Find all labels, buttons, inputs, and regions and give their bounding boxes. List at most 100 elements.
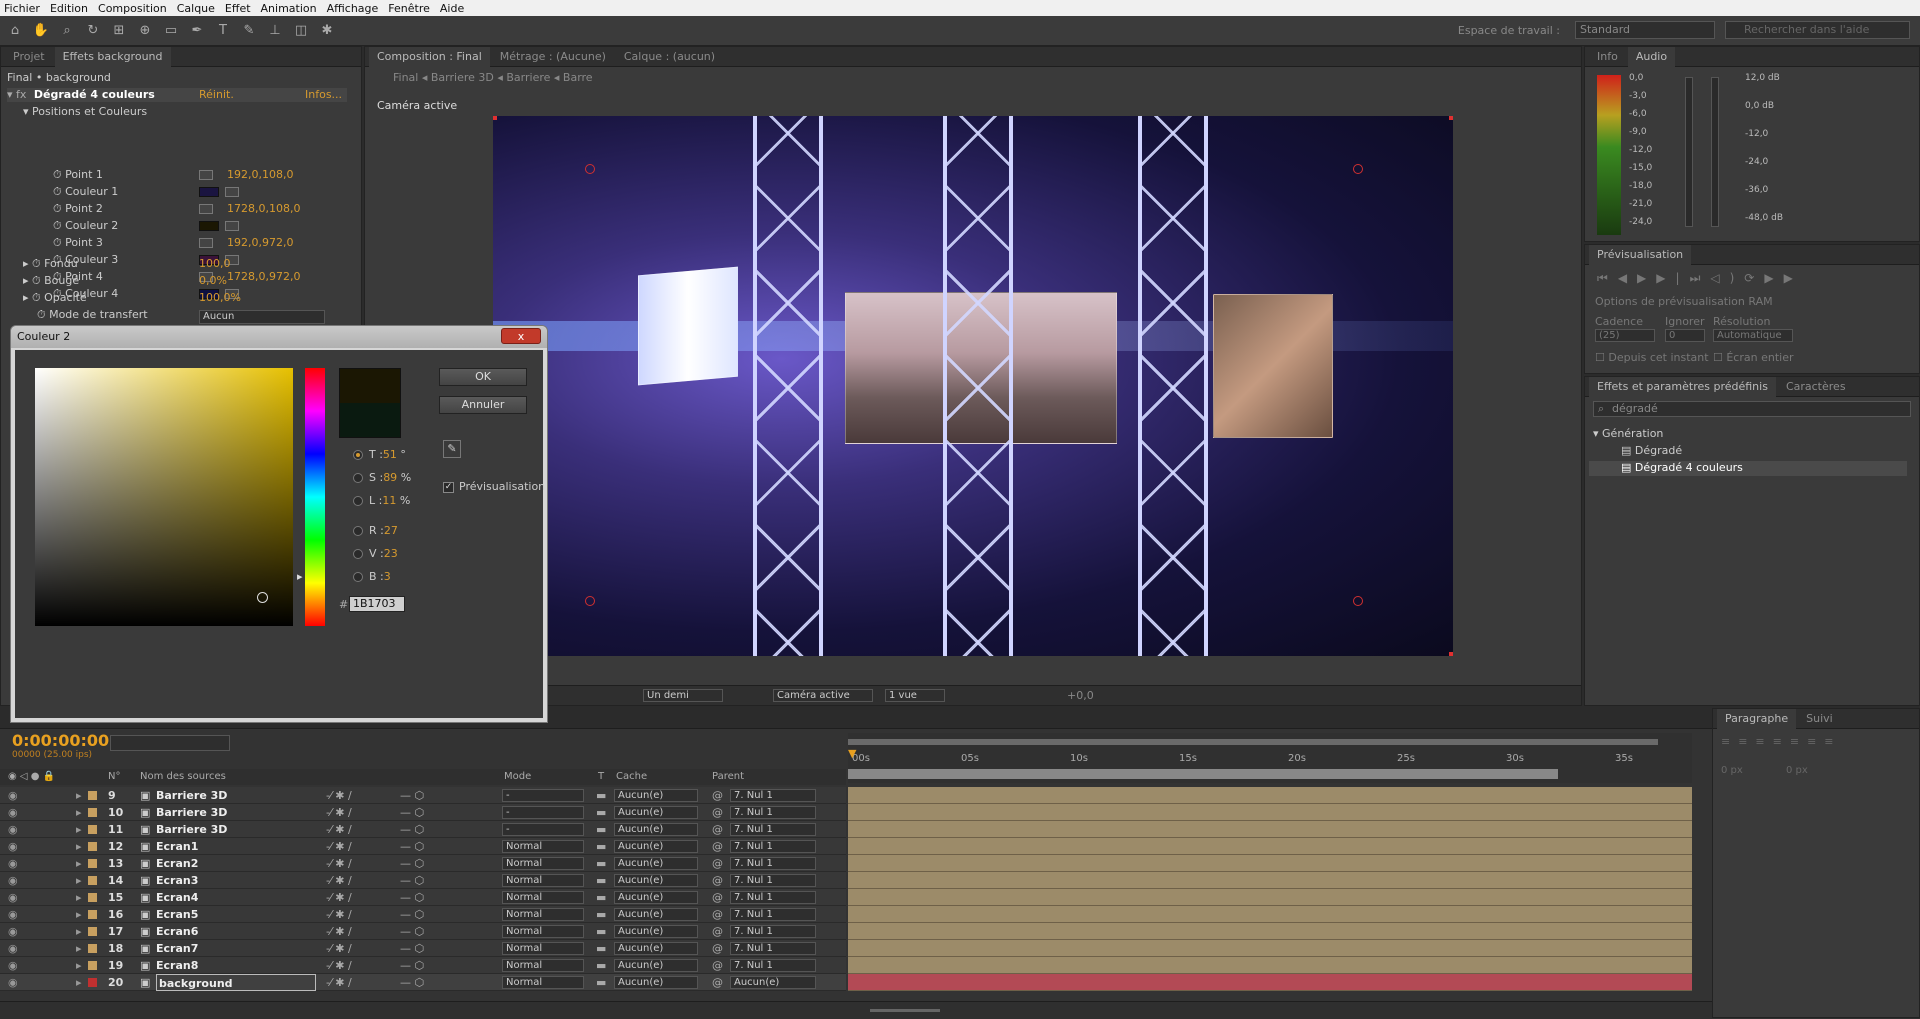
views-select[interactable]: 1 vue (885, 689, 945, 702)
switches-icons[interactable]: -⁄ ✱ ∕ (326, 906, 352, 923)
layer-row[interactable]: ◉ ▸ 9 ▣ Barriere 3D -⁄ ✱ ∕ — ⬡ - ▬ Aucun(e) @7. Nu… (0, 787, 846, 804)
layer-name[interactable]: Ecran1 (156, 838, 198, 855)
layer-row[interactable]: ◉ ▸ 10 ▣ Barriere 3D -⁄ ✱ ∕ — ⬡ - ▬ Aucun(e) @7. N… (0, 804, 846, 821)
mode-select[interactable]: Normal (502, 925, 584, 938)
motion-blur-icon[interactable]: — ⬡ (400, 872, 424, 889)
parent-select[interactable]: 7. Nul 1 (730, 806, 816, 819)
work-area-bar[interactable] (848, 739, 1658, 745)
motion-blur-icon[interactable]: — ⬡ (400, 855, 424, 872)
mode-select[interactable]: - (502, 789, 584, 802)
mode-select[interactable]: Normal (502, 891, 584, 904)
switches-icons[interactable]: -⁄ ✱ ∕ (326, 787, 352, 804)
preset-item-selected[interactable]: ▤ Dégradé 4 couleurs (1589, 461, 1907, 476)
b-value[interactable]: 3 (384, 570, 391, 583)
help-search-input[interactable]: Rechercher dans l'aide (1725, 21, 1910, 39)
playhead-icon[interactable]: ▼ (848, 747, 856, 760)
hue-slider[interactable] (305, 368, 325, 626)
parent-select[interactable]: 7. Nul 1 (730, 789, 816, 802)
layer-name[interactable]: Ecran5 (156, 906, 198, 923)
switches-icons[interactable]: -⁄ ✱ ∕ (326, 804, 352, 821)
mode-select[interactable]: Normal (502, 874, 584, 887)
switches-icons[interactable]: -⁄ ✱ ∕ (326, 838, 352, 855)
ignorer-input[interactable]: 0 (1665, 329, 1705, 342)
target-icon[interactable] (199, 204, 213, 214)
cadence-select[interactable]: (25) (1595, 329, 1655, 342)
pickwhip-icon[interactable]: @ (712, 804, 723, 821)
t-value[interactable]: 51 (383, 448, 397, 461)
point-2-target-icon[interactable] (1353, 164, 1363, 174)
time-ruler[interactable]: 00s 05s 10s 15s 20s 25s 30s 35s ▼ (848, 733, 1692, 783)
pan-behind-icon[interactable]: ⊕ (134, 20, 156, 42)
last-frame-icon[interactable]: ⏭ (1690, 271, 1711, 285)
parent-select[interactable]: 7. Nul 1 (730, 840, 816, 853)
expand-icon[interactable]: ▸ (76, 957, 82, 974)
camera-icon[interactable]: ⊞ (108, 20, 130, 42)
menu-item[interactable]: Fenêtre (388, 2, 430, 15)
l-value[interactable]: 11 (382, 494, 396, 507)
workspace-select[interactable]: Standard (1575, 21, 1715, 39)
pickwhip-icon[interactable]: @ (712, 787, 723, 804)
visibility-icon[interactable]: ◉ (8, 923, 18, 940)
presets-search-input[interactable]: ⌕ dégradé (1593, 401, 1911, 417)
layer-row[interactable]: ◉ ▸ 12 ▣ Ecran1 -⁄ ✱ ∕ — ⬡ Normal ▬ Aucun(e) @7. N… (0, 838, 846, 855)
rectangle-icon[interactable]: ▭ (160, 20, 182, 42)
preserve-icon[interactable]: ▬ (596, 855, 606, 872)
menu-item[interactable]: Composition (98, 2, 167, 15)
reset-link[interactable]: Réinit. (199, 88, 234, 102)
mode-select[interactable]: Normal (502, 942, 584, 955)
timecode[interactable]: 0:00:00:00 (12, 731, 109, 750)
preserve-icon[interactable]: ▬ (596, 872, 606, 889)
parent-select[interactable]: 7. Nul 1 (730, 942, 816, 955)
layer-duration-bar[interactable] (848, 804, 1692, 821)
visibility-icon[interactable]: ◉ (8, 787, 18, 804)
switches-icons[interactable]: -⁄ ✱ ∕ (326, 889, 352, 906)
crumb-barre[interactable]: Barre (563, 71, 593, 84)
play-icon[interactable]: ▶ (1637, 271, 1656, 285)
pickwhip-icon[interactable]: @ (712, 889, 723, 906)
tab-audio[interactable]: Audio (1627, 46, 1676, 67)
motion-blur-icon[interactable]: — ⬡ (400, 787, 424, 804)
fondu-value[interactable]: 100,0 (199, 257, 231, 271)
text-icon[interactable]: T (212, 20, 234, 42)
switches-icons[interactable]: -⁄ ✱ ∕ (326, 940, 352, 957)
expand-icon[interactable]: ▸ (76, 940, 82, 957)
mode-select[interactable]: Normal (502, 857, 584, 870)
fx-icon[interactable]: ▾ fx (7, 88, 26, 101)
layer-row[interactable]: ◉ ▸ 19 ▣ Ecran8 -⁄ ✱ ∕ — ⬡ Normal ▬ Aucun(e) @7. N… (0, 957, 846, 974)
pickwhip-icon[interactable]: @ (712, 923, 723, 940)
layer-duration-bar[interactable] (848, 787, 1692, 804)
corner-handle[interactable] (1449, 116, 1453, 120)
pickwhip-icon[interactable]: @ (712, 821, 723, 838)
brush-icon[interactable]: ✎ (238, 20, 260, 42)
visibility-icon[interactable]: ◉ (8, 855, 18, 872)
param-value[interactable]: 1728,0,972,0 (227, 270, 300, 284)
saturation-value-field[interactable] (35, 368, 293, 626)
preserve-icon[interactable]: ▬ (596, 974, 606, 991)
parent-select[interactable]: 7. Nul 1 (730, 959, 816, 972)
from-current-label[interactable]: ☐ Depuis cet instant (1595, 351, 1709, 364)
bouge-value[interactable]: 0,0% (199, 274, 227, 288)
menu-item[interactable]: Aide (440, 2, 464, 15)
switches-icons[interactable]: -⁄ ✱ ∕ (326, 974, 352, 991)
expand-icon[interactable]: ▸ (76, 872, 82, 889)
parent-select[interactable]: 7. Nul 1 (730, 874, 816, 887)
sv-cursor[interactable] (257, 592, 268, 603)
param-value[interactable]: 1728,0,108,0 (227, 202, 300, 216)
layer-name[interactable]: Ecran7 (156, 940, 198, 957)
radio-v[interactable] (353, 549, 363, 559)
resolution-select-preview[interactable]: Automatique (1713, 329, 1793, 342)
cancel-button[interactable]: Annuler (439, 396, 527, 414)
preserve-icon[interactable]: ▬ (596, 821, 606, 838)
motion-blur-icon[interactable]: — ⬡ (400, 821, 424, 838)
full-screen-label[interactable]: ☐ Écran entier (1713, 351, 1794, 364)
preserve-icon[interactable]: ▬ (596, 957, 606, 974)
expand-icon[interactable]: ▸ (76, 923, 82, 940)
radio-l[interactable] (353, 496, 363, 506)
visibility-icon[interactable]: ◉ (8, 889, 18, 906)
label-color[interactable] (88, 961, 97, 970)
hex-input[interactable]: 1B1703 (349, 596, 405, 612)
preserve-icon[interactable]: ▬ (596, 838, 606, 855)
parent-select[interactable]: 7. Nul 1 (730, 925, 816, 938)
v-value[interactable]: 23 (384, 547, 398, 560)
label-color[interactable] (88, 859, 97, 868)
